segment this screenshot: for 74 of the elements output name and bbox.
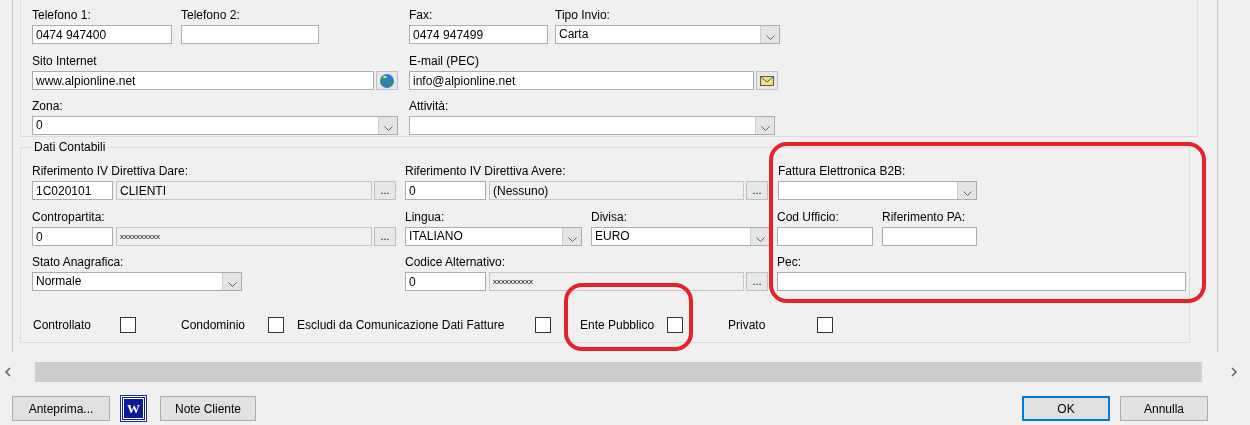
checkbox-label: Escludi da Comunicazione Dati Fatture bbox=[297, 317, 505, 334]
checkbox[interactable] bbox=[535, 317, 551, 333]
text-field[interactable]: 0474 947499 bbox=[409, 25, 548, 44]
dropdown[interactable]: ITALIANO bbox=[405, 227, 582, 246]
open-website-button[interactable] bbox=[376, 71, 398, 90]
checkbox-label: Condominio bbox=[181, 317, 246, 334]
chevron-down-icon bbox=[383, 126, 393, 131]
dialog-button[interactable]: Note Cliente bbox=[160, 396, 256, 421]
browse-button[interactable]: ... bbox=[746, 272, 768, 291]
browse-button[interactable]: ... bbox=[374, 227, 396, 246]
text-field[interactable] bbox=[777, 227, 873, 246]
description-field[interactable]: xxxxxxxxxx bbox=[489, 272, 744, 291]
dialog-button[interactable]: Annulla bbox=[1120, 396, 1208, 421]
checkbox-label: Controllato bbox=[33, 317, 92, 334]
field-label: Sito Internet bbox=[32, 54, 97, 68]
code-field[interactable]: 0 bbox=[405, 272, 486, 291]
dropdown[interactable]: EURO bbox=[591, 227, 770, 246]
send-email-button[interactable] bbox=[756, 71, 778, 90]
checkbox-label: Ente Pubblico bbox=[580, 317, 655, 334]
description-field[interactable]: CLIENTI bbox=[116, 181, 372, 200]
field-label: Stato Anagrafica: bbox=[32, 255, 124, 269]
text-field[interactable] bbox=[181, 25, 319, 44]
field-label: Contropartita: bbox=[32, 210, 105, 224]
checkbox[interactable] bbox=[120, 317, 136, 333]
text-field[interactable]: 0474 947400 bbox=[32, 25, 172, 44]
checkbox-label: Privato bbox=[728, 317, 766, 334]
email-field[interactable]: info@alpionline.net bbox=[409, 71, 754, 90]
code-field[interactable]: 1C020101 bbox=[32, 181, 113, 200]
scroll-left-button[interactable] bbox=[4, 367, 12, 377]
dropdown[interactable]: Normale bbox=[32, 272, 242, 291]
field-label: Pec: bbox=[777, 255, 801, 269]
field-label: Fax: bbox=[409, 8, 433, 22]
field-label: Tipo Invio: bbox=[555, 8, 610, 22]
field-label: Attività: bbox=[409, 99, 449, 113]
field-label: Riferimento IV Direttiva Avere: bbox=[405, 164, 566, 178]
field-label: Lingua: bbox=[405, 210, 445, 224]
checkbox[interactable] bbox=[817, 317, 833, 333]
field-label: E-mail (PEC) bbox=[409, 54, 479, 68]
field-label: Codice Alternativo: bbox=[405, 255, 506, 269]
field-label: Zona: bbox=[32, 99, 63, 113]
dropdown[interactable]: 0 bbox=[32, 116, 398, 135]
word-button[interactable]: W bbox=[121, 396, 146, 421]
envelope-icon bbox=[760, 75, 774, 86]
description-field[interactable]: xxxxxxxxxx bbox=[116, 227, 372, 246]
group-title: Dati Contabili bbox=[32, 140, 108, 154]
field-label: Riferimento PA: bbox=[882, 210, 966, 224]
chevron-down-icon bbox=[962, 191, 972, 196]
dialog-button[interactable]: Anteprima... bbox=[12, 396, 110, 421]
field-label: Riferimento IV Direttiva Dare: bbox=[32, 164, 189, 178]
field-label: Telefono 1: bbox=[32, 8, 91, 22]
chevron-down-icon bbox=[755, 237, 765, 242]
field-label: Telefono 2: bbox=[181, 8, 240, 22]
field-label: Cod Ufficio: bbox=[777, 210, 839, 224]
browse-button[interactable]: ... bbox=[746, 181, 768, 200]
text-field[interactable] bbox=[777, 272, 1186, 291]
description-field[interactable]: (Nessuno) bbox=[489, 181, 744, 200]
text-field[interactable] bbox=[882, 227, 977, 246]
field-label: Divisa: bbox=[591, 210, 627, 224]
checkbox[interactable] bbox=[667, 317, 683, 333]
chevron-down-icon bbox=[760, 126, 770, 131]
code-field[interactable]: 0 bbox=[32, 227, 113, 246]
browse-button[interactable]: ... bbox=[374, 181, 396, 200]
url-field[interactable]: www.alpionline.net bbox=[32, 71, 374, 90]
scrollbar-thumb[interactable] bbox=[35, 362, 1202, 382]
globe-icon bbox=[379, 72, 395, 89]
dialog-button[interactable]: OK bbox=[1022, 396, 1110, 421]
field-label: Fattura Elettronica B2B: bbox=[778, 164, 906, 178]
code-field[interactable]: 0 bbox=[405, 181, 486, 200]
checkbox[interactable] bbox=[268, 317, 284, 333]
dropdown[interactable]: Carta bbox=[555, 25, 780, 44]
chevron-down-icon bbox=[567, 237, 577, 242]
chevron-down-icon bbox=[765, 35, 775, 40]
scroll-right-button[interactable] bbox=[1230, 367, 1238, 377]
chevron-down-icon bbox=[227, 282, 237, 287]
